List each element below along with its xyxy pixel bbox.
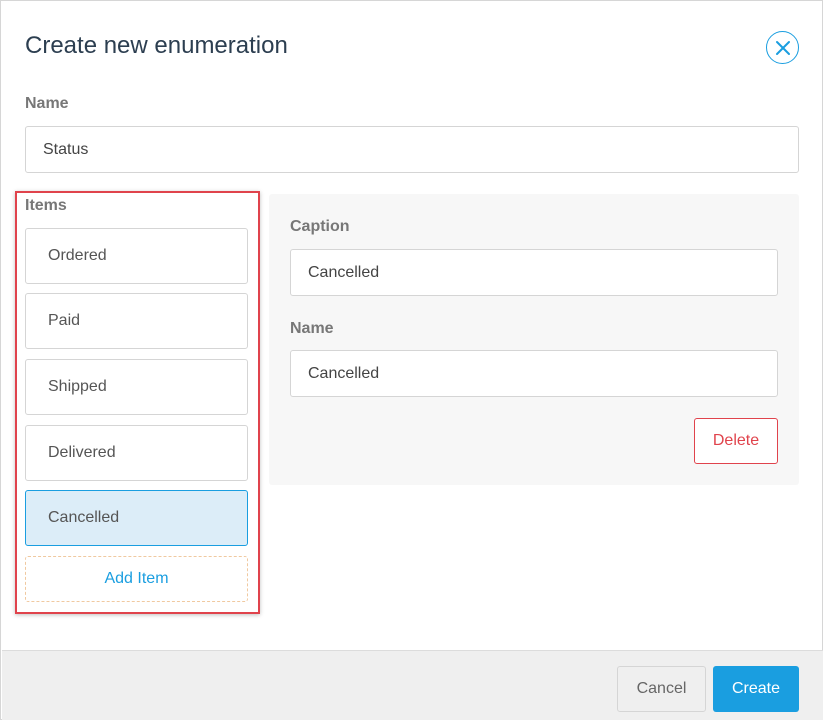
close-button[interactable] [766, 31, 799, 64]
name-label: Name [25, 95, 69, 112]
delete-button[interactable]: Delete [694, 418, 778, 464]
list-item-label: Delivered [48, 444, 116, 461]
create-button[interactable]: Create [713, 666, 799, 712]
caption-label: Caption [290, 218, 350, 235]
list-item-label: Shipped [48, 378, 107, 395]
list-item-cancelled[interactable]: Cancelled [25, 490, 248, 546]
cancel-button[interactable]: Cancel [617, 666, 706, 712]
close-icon [775, 40, 790, 55]
create-enumeration-dialog: Create new enumeration Name Items Ordere… [0, 0, 823, 720]
list-item-paid[interactable]: Paid [25, 293, 248, 349]
caption-input[interactable] [290, 249, 778, 296]
add-item-button[interactable]: Add Item [25, 556, 248, 602]
item-name-input[interactable] [290, 350, 778, 397]
item-name-label: Name [290, 320, 334, 337]
dialog-title: Create new enumeration [25, 32, 288, 59]
list-item-delivered[interactable]: Delivered [25, 425, 248, 481]
list-item-shipped[interactable]: Shipped [25, 359, 248, 415]
name-input[interactable] [25, 126, 799, 173]
list-item-label: Ordered [48, 247, 107, 264]
list-item-label: Cancelled [48, 509, 120, 526]
items-label: Items [25, 197, 67, 214]
list-item-ordered[interactable]: Ordered [25, 228, 248, 284]
list-item-label: Paid [48, 312, 81, 329]
